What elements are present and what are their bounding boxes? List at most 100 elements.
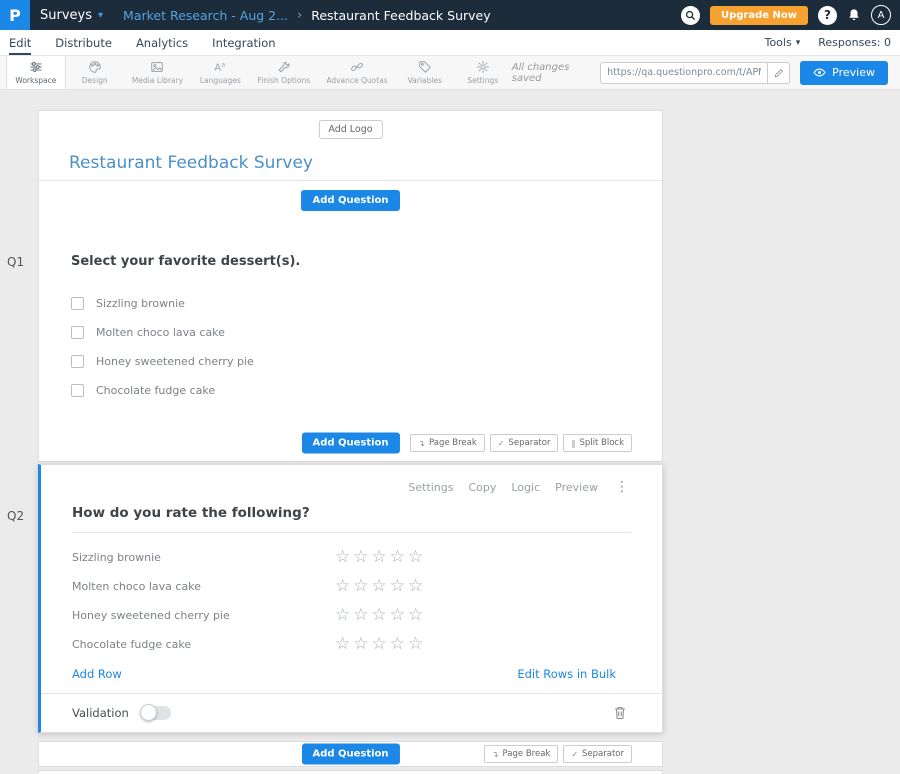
star-rating-icons[interactable]: ☆☆☆☆☆ (335, 549, 426, 566)
star-rating-icons[interactable]: ☆☆☆☆☆ (335, 578, 426, 595)
responses-count[interactable]: Responses: 0 (818, 36, 891, 49)
rating-row-label[interactable]: Chocolate fudge cake (72, 638, 335, 651)
edit-url-pencil-icon[interactable] (768, 62, 790, 84)
breadcrumb: Market Research - Aug 2... › Restaurant … (123, 8, 491, 23)
more-options-icon[interactable]: ⋮ (612, 479, 632, 495)
block-action-label: Split Block (579, 438, 624, 448)
add-question-button[interactable]: Add Question (301, 744, 399, 765)
block-action-label: Page Break (429, 438, 477, 448)
block-action-button[interactable]: ↴ Page Break (410, 434, 484, 452)
preview-button[interactable]: Preview (800, 61, 888, 85)
help-icon[interactable]: ? (818, 6, 837, 25)
add-question-button[interactable]: Add Question (301, 190, 399, 211)
question-block-q2-selected[interactable]: Settings Copy Logic Preview ⋮ How do you… (38, 464, 663, 733)
add-logo-button[interactable]: Add Logo (318, 120, 382, 139)
delete-question-icon[interactable] (614, 706, 626, 720)
avatar[interactable]: A (871, 5, 891, 25)
block-action-icon: ↴ (418, 439, 425, 448)
toolbar-item-label: Variables (408, 76, 442, 85)
edit-rows-in-bulk-link[interactable]: Edit Rows in Bulk (517, 667, 616, 681)
block-action-icon: ✓ (498, 439, 505, 448)
rating-rows: Sizzling brownie ☆☆☆☆☆ Molten choco lava… (41, 533, 662, 659)
questionpro-logo[interactable]: P (0, 0, 30, 30)
survey-url-input[interactable] (600, 62, 768, 84)
toolbar-item-languages[interactable]: Aa Languages (191, 56, 249, 89)
block-action-icon: ↴ (492, 750, 499, 759)
block-action-button[interactable]: ↴ Page Break (484, 745, 558, 763)
checkbox[interactable] (71, 297, 84, 310)
add-row-link[interactable]: Add Row (72, 667, 122, 681)
breadcrumb-separator-icon: › (297, 8, 302, 23)
option-label: Molten choco lava cake (96, 326, 225, 339)
checkbox-option[interactable]: Honey sweetened cherry pie (71, 347, 630, 376)
tab-distribute[interactable]: Distribute (55, 30, 112, 55)
rating-row-label[interactable]: Molten choco lava cake (72, 580, 335, 593)
tab-analytics[interactable]: Analytics (136, 30, 188, 55)
surveys-label: Surveys (40, 8, 92, 23)
toolbar-item-label: Languages (200, 76, 241, 85)
notifications-icon[interactable] (847, 8, 861, 22)
help-glyph: ? (824, 8, 831, 22)
row-actions: Add Row Edit Rows in Bulk (41, 659, 662, 681)
option-label: Honey sweetened cherry pie (96, 355, 254, 368)
survey-title[interactable]: Restaurant Feedback Survey (69, 153, 313, 173)
topbar-actions: Upgrade Now ? A (681, 5, 900, 25)
surveys-menu[interactable]: Surveys ▾ (30, 0, 117, 30)
question-block-q1[interactable]: Select your favorite dessert(s). Sizzlin… (39, 220, 662, 425)
checkbox[interactable] (71, 384, 84, 397)
block-action-icon: ∥ (571, 439, 575, 448)
tools-label: Tools (765, 36, 792, 49)
toolbar-right: All changes saved Preview (512, 56, 894, 89)
rating-row-label[interactable]: Sizzling brownie (72, 551, 335, 564)
toolbar-item-variables[interactable]: Variables (396, 56, 454, 89)
checkbox[interactable] (71, 355, 84, 368)
question-title-wrap: How do you rate the following? (41, 495, 662, 533)
block-action-button[interactable]: ∥ Split Block (563, 434, 632, 452)
toolbar-item-workspace[interactable]: Workspace (6, 56, 66, 89)
validation-toggle[interactable] (141, 706, 171, 720)
settings-gear-icon (476, 60, 490, 74)
toolbar-item-finish-options[interactable]: Finish Options (249, 56, 318, 89)
toolbar-item-advance-quotas[interactable]: Advance Quotas (318, 56, 395, 89)
toolbar-item-settings[interactable]: Settings (454, 56, 512, 89)
question-text-q1[interactable]: Select your favorite dessert(s). (71, 254, 630, 269)
block-action-button[interactable]: ✓ Separator (490, 434, 559, 452)
tabbar-right: Tools ▾ Responses: 0 (765, 36, 891, 49)
advance-quotas-icon (350, 60, 364, 74)
question-actions-row: Settings Copy Logic Preview ⋮ (41, 465, 662, 495)
svg-text:A: A (215, 63, 222, 74)
tab-edit[interactable]: Edit (9, 30, 31, 55)
question-action-link[interactable]: Copy (469, 481, 497, 494)
block-action-label: Page Break (503, 749, 551, 759)
next-card-edge (38, 770, 663, 774)
toolbar-item-design[interactable]: Design (66, 56, 124, 89)
checkbox-option[interactable]: Sizzling brownie (71, 289, 630, 318)
tab-integration[interactable]: Integration (212, 30, 275, 55)
checkbox-option-list: Sizzling brownie Molten choco lava cake … (71, 289, 630, 405)
rating-row-label[interactable]: Honey sweetened cherry pie (72, 609, 335, 622)
search-icon[interactable] (681, 6, 700, 25)
toggle-knob (140, 704, 157, 721)
question-action-link[interactable]: Logic (511, 481, 540, 494)
question-action-link[interactable]: Preview (555, 481, 598, 494)
upgrade-button[interactable]: Upgrade Now (710, 6, 808, 25)
checkbox-option[interactable]: Chocolate fudge cake (71, 376, 630, 405)
variables-icon (418, 60, 432, 74)
block-action-button[interactable]: ✓ Separator (563, 745, 632, 763)
finish-options-icon (277, 60, 291, 74)
option-label: Sizzling brownie (96, 297, 185, 310)
validation-row: Validation (41, 694, 662, 732)
toolbar-item-label: Finish Options (257, 76, 310, 85)
question-text-q2[interactable]: How do you rate the following? (72, 505, 631, 533)
add-question-row-top: Add Question (39, 181, 662, 220)
tools-menu[interactable]: Tools ▾ (765, 36, 801, 49)
breadcrumb-folder[interactable]: Market Research - Aug 2... (123, 8, 288, 23)
checkbox-option[interactable]: Molten choco lava cake (71, 318, 630, 347)
checkbox[interactable] (71, 326, 84, 339)
add-question-button[interactable]: Add Question (301, 433, 399, 454)
toolbar-item-media-library[interactable]: Media Library (124, 56, 192, 89)
rating-row: Chocolate fudge cake ☆☆☆☆☆ (72, 630, 631, 659)
star-rating-icons[interactable]: ☆☆☆☆☆ (335, 636, 426, 653)
question-action-link[interactable]: Settings (408, 481, 453, 494)
star-rating-icons[interactable]: ☆☆☆☆☆ (335, 607, 426, 624)
